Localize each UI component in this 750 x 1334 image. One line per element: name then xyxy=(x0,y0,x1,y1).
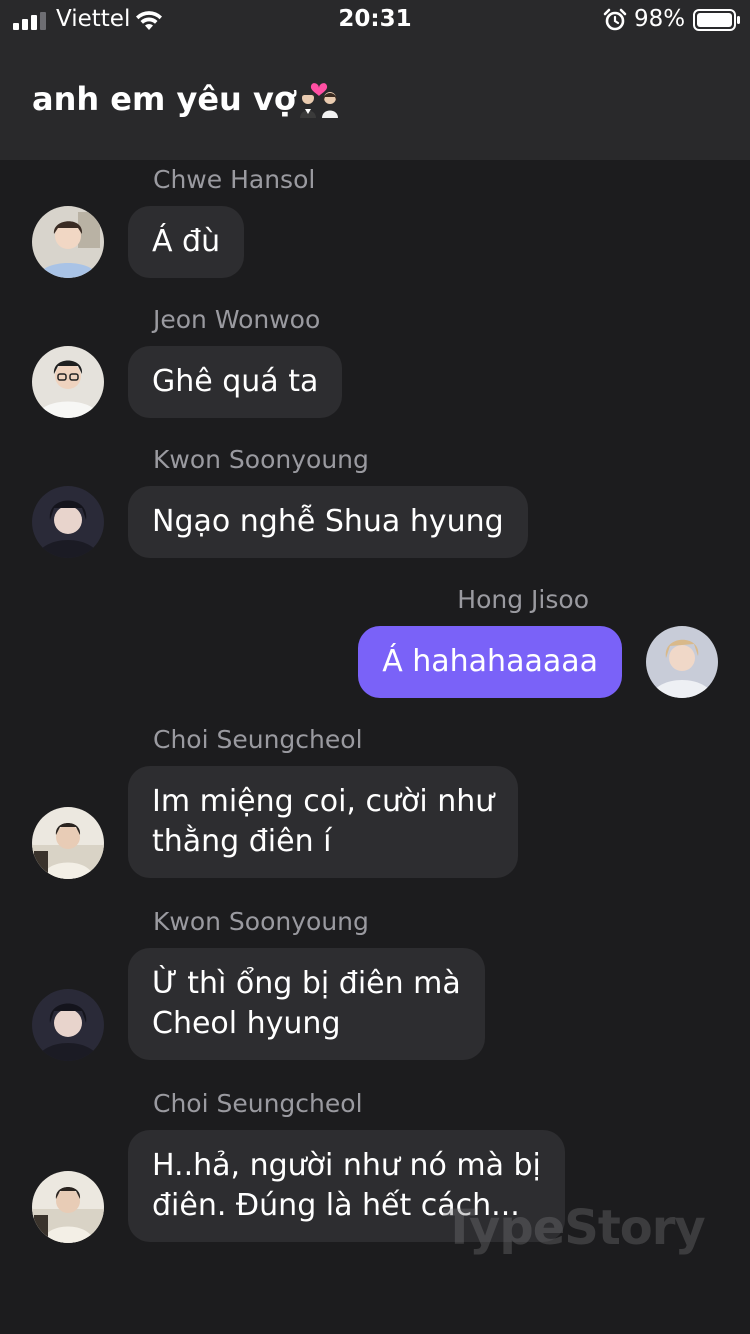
message-item: Choi Seungcheol Im miệng coi, cười như t… xyxy=(0,720,750,880)
avatar[interactable] xyxy=(646,626,718,698)
message-bubble[interactable]: Ghê quá ta xyxy=(128,346,343,418)
sender-name: Chwe Hansol xyxy=(153,165,316,194)
sender-name: Kwon Soonyoung xyxy=(153,445,369,474)
message-bubble[interactable]: Im miệng coi, cười như thằng điên í xyxy=(128,766,519,878)
avatar[interactable] xyxy=(32,206,104,278)
chat-header: anh em yêu vợ xyxy=(0,40,750,160)
message-item: Kwon Soonyoung Ừ thì ổng bị điên mà Cheo… xyxy=(0,902,750,1062)
sender-name: Hong Jisoo xyxy=(457,585,589,614)
status-bar: Viettel 20:31 98% xyxy=(0,0,750,40)
battery-percentage: 98% xyxy=(634,6,686,32)
chat-title-text: anh em yêu vợ xyxy=(32,80,296,118)
message-list: Chwe Hansol Á đù Jeon Wonwoo Ghê quá ta … xyxy=(0,160,750,1334)
couple-with-heart-icon xyxy=(299,83,338,118)
alarm-icon xyxy=(603,8,627,31)
message-item: Jeon Wonwoo Ghê quá ta xyxy=(0,300,750,420)
sender-name: Choi Seungcheol xyxy=(153,725,363,754)
avatar[interactable] xyxy=(32,486,104,558)
chat-screen: Viettel 20:31 98% anh em yêu vợ Chwe Han… xyxy=(0,0,750,1334)
chat-title[interactable]: anh em yêu vợ xyxy=(32,78,340,118)
message-item: Kwon Soonyoung Ngạo nghễ Shua hyung xyxy=(0,440,750,560)
message-bubble[interactable]: Á đù xyxy=(128,206,245,278)
sender-name: Choi Seungcheol xyxy=(153,1089,363,1118)
battery-icon xyxy=(693,9,740,31)
sender-name: Jeon Wonwoo xyxy=(153,305,321,334)
avatar[interactable] xyxy=(32,989,104,1061)
sender-name: Kwon Soonyoung xyxy=(153,907,369,936)
message-bubble[interactable]: Á hahahaaaaa xyxy=(358,626,622,698)
watermark: TypeStory xyxy=(443,1200,706,1256)
message-bubble[interactable]: Ngạo nghễ Shua hyung xyxy=(128,486,528,558)
avatar[interactable] xyxy=(32,346,104,418)
avatar[interactable] xyxy=(32,807,104,879)
message-bubble[interactable]: Ừ thì ổng bị điên mà Cheol hyung xyxy=(128,948,485,1060)
message-item: Hong Jisoo Á hahahaaaaa xyxy=(0,580,750,700)
avatar[interactable] xyxy=(32,1171,104,1243)
message-item: Chwe Hansol Á đù xyxy=(0,160,750,280)
